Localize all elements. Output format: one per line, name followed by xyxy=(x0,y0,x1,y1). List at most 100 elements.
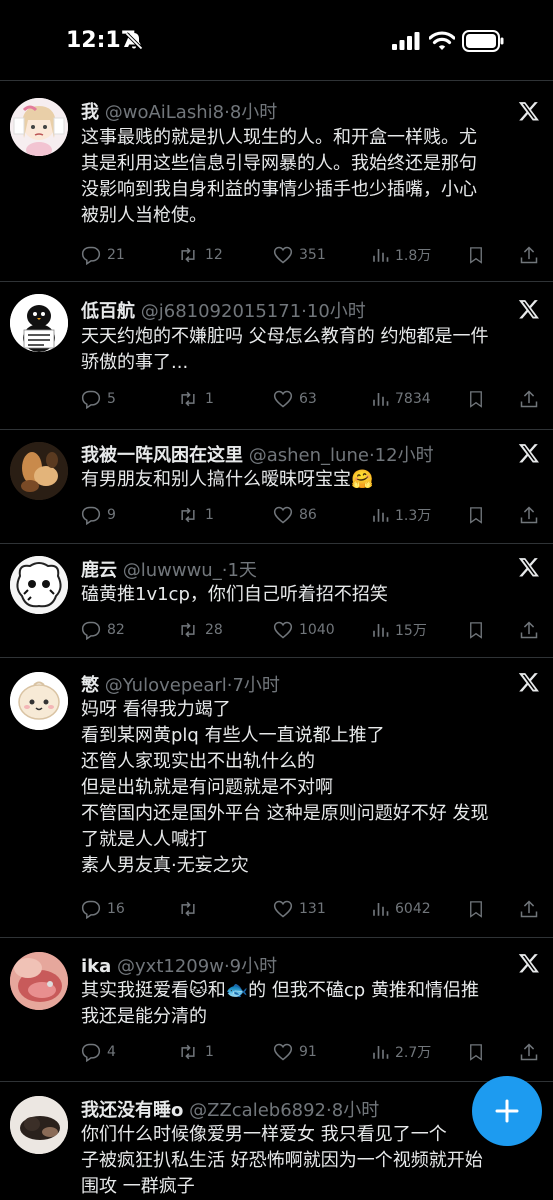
user-handle[interactable]: @woAiLashi8 xyxy=(105,102,224,123)
reply-button[interactable]: 82 xyxy=(81,620,125,640)
timestamp[interactable]: 7小时 xyxy=(232,675,279,696)
share-button[interactable] xyxy=(519,389,539,409)
bookmark-button[interactable] xyxy=(467,245,485,265)
reply-button[interactable]: 4 xyxy=(81,1042,116,1062)
user-handle[interactable]: @luwwwu_ xyxy=(123,560,222,581)
bookmark-button[interactable] xyxy=(467,899,485,919)
tweet-item[interactable]: 慜 @Yulovepearl·7小时 妈呀 看得我力竭了 看到某网黄plq 有些… xyxy=(0,658,553,938)
views-button[interactable]: 2.7万 xyxy=(371,1042,431,1062)
like-button[interactable]: 91 xyxy=(273,1042,317,1062)
retweet-button[interactable]: 1 xyxy=(177,1042,214,1062)
heart-icon xyxy=(273,390,293,408)
views-button[interactable]: 1.3万 xyxy=(371,505,431,525)
timestamp[interactable]: 1天 xyxy=(227,560,256,581)
bookmark-button[interactable] xyxy=(467,1042,485,1062)
like-button[interactable]: 1040 xyxy=(273,620,335,640)
retweet-icon xyxy=(181,1044,195,1060)
x-logo-icon[interactable] xyxy=(518,556,540,578)
retweet-button[interactable]: 1 xyxy=(177,505,214,525)
bookmark-button[interactable] xyxy=(467,505,485,525)
tweet-header: 我还没有睡o @ZZcaleb6892·8小时 xyxy=(81,1100,380,1121)
retweet-button[interactable] xyxy=(177,899,199,919)
like-button[interactable]: 86 xyxy=(273,505,317,525)
bookmark-button[interactable] xyxy=(467,620,485,640)
share-button[interactable] xyxy=(519,620,539,640)
user-handle[interactable]: @ZZcaleb6892 xyxy=(189,1100,326,1121)
timestamp[interactable]: 8小时 xyxy=(332,1100,379,1121)
avatar[interactable] xyxy=(10,1096,68,1154)
bookmark-button[interactable] xyxy=(467,389,485,409)
retweet-button[interactable]: 28 xyxy=(177,620,223,640)
avatar[interactable] xyxy=(10,952,68,1010)
tweet-item[interactable]: 我被一阵风困在这里 @ashen_lune·12小时 有男朋友和别人搞什么暧昧呀… xyxy=(0,430,553,544)
user-handle[interactable]: @Yulovepearl xyxy=(105,675,227,696)
share-button[interactable] xyxy=(519,245,539,265)
reply-icon xyxy=(81,246,101,265)
user-handle[interactable]: @yxt1209w xyxy=(117,956,224,977)
cellular-signal-icon xyxy=(392,32,420,54)
bookmark-icon xyxy=(470,247,482,264)
reply-button[interactable]: 16 xyxy=(81,899,125,919)
user-handle[interactable]: @ashen_lune xyxy=(249,445,369,466)
retweet-icon xyxy=(181,391,195,407)
timestamp[interactable]: 12小时 xyxy=(375,445,434,466)
reply-icon xyxy=(81,390,101,409)
bell-slash-icon xyxy=(124,31,144,55)
user-handle[interactable]: @j681092015171 xyxy=(141,301,301,322)
analytics-icon xyxy=(373,249,389,262)
display-name[interactable]: 鹿云 xyxy=(81,560,117,581)
views-button[interactable]: 15万 xyxy=(371,620,427,640)
reply-count: 21 xyxy=(107,247,125,263)
display-name[interactable]: 我被一阵风困在这里 xyxy=(81,445,243,466)
like-button[interactable]: 63 xyxy=(273,389,317,409)
analytics-icon xyxy=(373,624,389,637)
like-button[interactable]: 131 xyxy=(273,899,326,919)
avatar[interactable] xyxy=(10,672,68,730)
reply-count: 5 xyxy=(107,391,116,407)
reply-count: 4 xyxy=(107,1044,116,1060)
timestamp[interactable]: 10小时 xyxy=(307,301,366,322)
bookmark-icon xyxy=(470,901,482,918)
reply-button[interactable]: 9 xyxy=(81,505,116,525)
x-logo-icon[interactable] xyxy=(518,952,540,974)
share-button[interactable] xyxy=(519,1042,539,1062)
tweet-text: 磕黄推1v1cp，你们自己听着招不招笑 xyxy=(81,584,388,605)
display-name[interactable]: 慜 xyxy=(81,675,99,696)
retweet-count: 12 xyxy=(205,247,223,263)
display-name[interactable]: 我还没有睡o xyxy=(81,1100,183,1121)
timestamp[interactable]: 8小时 xyxy=(230,102,277,123)
display-name[interactable]: 低百航 xyxy=(81,301,135,322)
like-count: 1040 xyxy=(299,622,335,638)
tweet-item[interactable]: ika @yxt1209w·9小时 其实我挺爱看🐱和🐟的 但我不磕cp 黄推和情… xyxy=(0,938,553,1082)
share-button[interactable] xyxy=(519,899,539,919)
tweet-item[interactable]: 鹿云 @luwwwu_·1天 磕黄推1v1cp，你们自己听着招不招笑 82 28… xyxy=(0,544,553,658)
x-logo-icon[interactable] xyxy=(518,100,540,122)
display-name[interactable]: ika xyxy=(81,956,111,977)
avatar[interactable] xyxy=(10,294,68,352)
x-logo-icon[interactable] xyxy=(518,298,540,320)
retweet-button[interactable]: 12 xyxy=(177,245,223,265)
views-button[interactable]: 6042 xyxy=(371,899,431,919)
avatar[interactable] xyxy=(10,556,68,614)
timestamp[interactable]: 9小时 xyxy=(230,956,277,977)
x-logo-icon[interactable] xyxy=(518,671,540,693)
tweet-text: 这事最贱的就是扒人现生的人。和开盒一样贱。尤 其是利用这些信息引导网暴的人。我始… xyxy=(81,127,477,226)
like-count: 131 xyxy=(299,901,326,917)
like-button[interactable]: 351 xyxy=(273,245,326,265)
retweet-button[interactable]: 1 xyxy=(177,389,214,409)
reply-button[interactable]: 5 xyxy=(81,389,116,409)
avatar[interactable] xyxy=(10,442,68,500)
tweet-item[interactable]: 我 @woAiLashi8·8小时 这事最贱的就是扒人现生的人。和开盒一样贱。尤… xyxy=(0,86,553,282)
tweet-header: 我 @woAiLashi8·8小时 xyxy=(81,102,278,123)
compose-button[interactable] xyxy=(472,1076,542,1146)
reply-button[interactable]: 21 xyxy=(81,245,125,265)
views-button[interactable]: 7834 xyxy=(371,389,431,409)
display-name[interactable]: 我 xyxy=(81,102,99,123)
views-button[interactable]: 1.8万 xyxy=(371,245,431,265)
share-button[interactable] xyxy=(519,505,539,525)
x-logo-icon[interactable] xyxy=(518,442,540,464)
tweet-item[interactable]: 我还没有睡o @ZZcaleb6892·8小时 你们什么时候像爱男一样爱女 我只… xyxy=(0,1082,553,1200)
tweet-item[interactable]: 低百航 @j681092015171·10小时 天天约炮的不嫌脏吗 父母怎么教育… xyxy=(0,282,553,430)
tweet-text: 妈呀 看得我力竭了 看到某网黄plq 有些人一直说都上推了 还管人家现实出不出轨… xyxy=(81,699,489,876)
avatar[interactable] xyxy=(10,98,68,156)
